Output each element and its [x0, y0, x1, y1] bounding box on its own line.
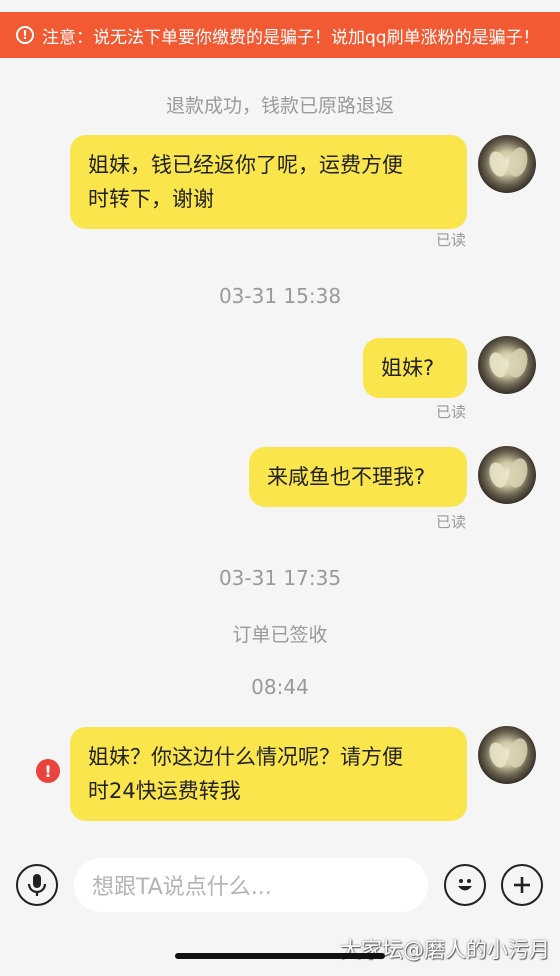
- system-message-refund: 退款成功，钱款已原路退返: [165, 95, 394, 117]
- timestamp: 03-31 15:38: [218, 284, 342, 308]
- message-line: 时转下，谢谢: [88, 187, 214, 211]
- timestamp: 08:44: [251, 675, 309, 699]
- microphone-icon[interactable]: [16, 864, 58, 906]
- system-message-signed: 订单已签收: [232, 624, 328, 646]
- message-line: 姐妹？你这边什么情况呢？请方便: [88, 745, 403, 769]
- message-bubble[interactable]: 姐妹?: [363, 338, 467, 398]
- read-status: 已读: [435, 513, 466, 531]
- read-status: 已读: [435, 403, 466, 421]
- avatar[interactable]: [478, 726, 536, 784]
- timestamp: 03-31 17:35: [218, 566, 342, 590]
- home-indicator[interactable]: [175, 953, 385, 959]
- message-line: 姐妹?: [381, 356, 435, 380]
- smiley-icon[interactable]: [444, 864, 486, 906]
- message-bubble[interactable]: 姐妹，钱已经返你了呢，运费方便 时转下，谢谢: [70, 135, 467, 229]
- avatar[interactable]: [478, 446, 536, 504]
- message-bubble[interactable]: 来咸鱼也不理我?: [249, 447, 467, 507]
- message-line: 时24快运费转我: [88, 779, 241, 803]
- message-bubble[interactable]: 姐妹？你这边什么情况呢？请方便 时24快运费转我: [70, 727, 467, 821]
- warning-text: 注意：说无法下单要你缴费的是骗子！说加qq刷单涨粉的是骗子！: [42, 27, 540, 48]
- alert-circle-icon: !: [16, 26, 34, 44]
- send-failed-icon[interactable]: !: [36, 759, 60, 783]
- avatar[interactable]: [478, 336, 536, 394]
- read-status: 已读: [435, 231, 466, 249]
- avatar[interactable]: [478, 135, 536, 193]
- plus-icon[interactable]: [501, 864, 543, 906]
- watermark: 大家坛@磨人的小污月: [340, 938, 550, 962]
- message-line: 来咸鱼也不理我?: [267, 465, 426, 489]
- input-bar: 想跟TA说点什么...: [0, 846, 560, 926]
- message-line: 姐妹，钱已经返你了呢，运费方便: [88, 153, 403, 177]
- warning-banner: ! 注意：说无法下单要你缴费的是骗子！说加qq刷单涨粉的是骗子！: [0, 12, 560, 58]
- message-input[interactable]: 想跟TA说点什么...: [74, 858, 428, 912]
